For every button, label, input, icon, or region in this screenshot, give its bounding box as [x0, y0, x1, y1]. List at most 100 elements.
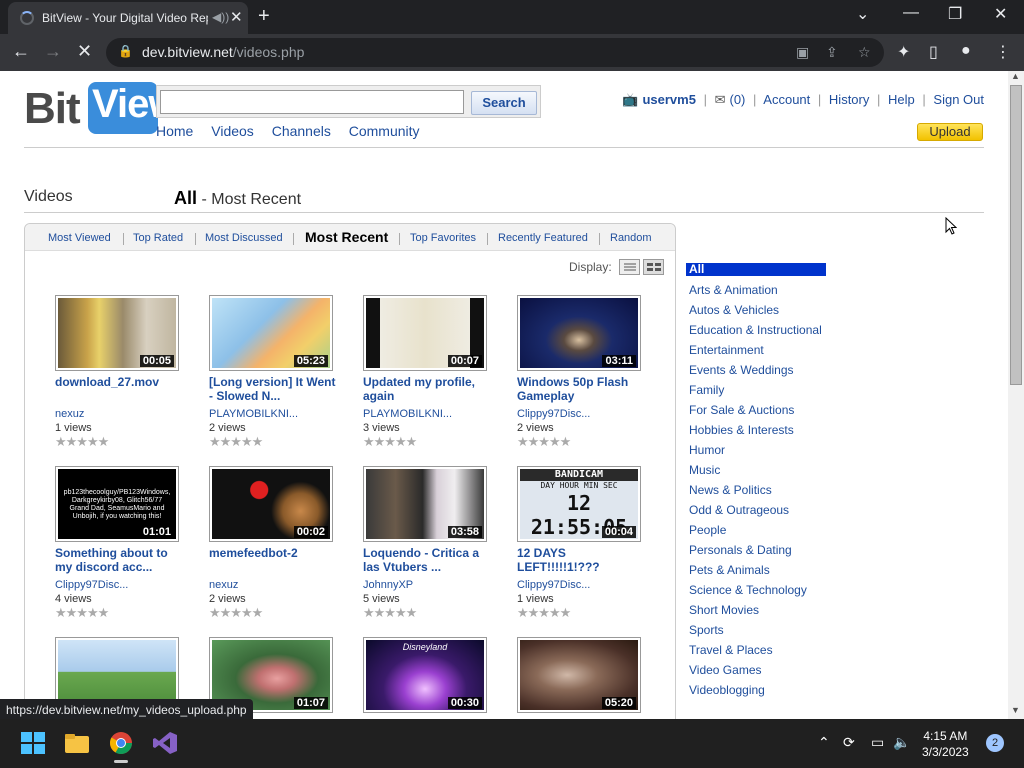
video-title[interactable]: Windows 50p Flash Gameplay: [517, 375, 647, 403]
video-thumbnail[interactable]: 03:58: [363, 466, 487, 542]
video-thumbnail[interactable]: 05:23: [209, 295, 333, 371]
nav-community[interactable]: Community: [349, 123, 420, 139]
profile-avatar-icon[interactable]: ●: [961, 42, 971, 60]
account-link[interactable]: Account: [763, 92, 810, 107]
upload-button[interactable]: Upload: [917, 123, 983, 141]
window-close-icon[interactable]: ✕: [994, 4, 1007, 24]
back-arrow-icon[interactable]: ←: [12, 41, 30, 62]
video-author[interactable]: PLAYMOBILKNI...: [363, 408, 487, 420]
restore-icon[interactable]: ❐: [948, 4, 962, 24]
tab-most-recent[interactable]: Most Recent: [305, 229, 388, 245]
nav-channels[interactable]: Channels: [272, 123, 331, 139]
notification-badge[interactable]: 2: [986, 734, 1004, 752]
video-title[interactable]: Updated my profile, again: [363, 375, 493, 403]
history-link[interactable]: History: [829, 92, 869, 107]
video-thumbnail[interactable]: pb123thecoolguy/PB123Windows, Darkgreyki…: [55, 466, 179, 542]
help-link[interactable]: Help: [888, 92, 915, 107]
file-explorer-icon[interactable]: [64, 731, 90, 755]
forward-arrow-icon[interactable]: →: [44, 41, 62, 62]
network-icon[interactable]: ▭: [871, 734, 884, 751]
taskbar-clock[interactable]: 4:15 AM 3/3/2023: [922, 728, 969, 760]
nav-videos[interactable]: Videos: [211, 123, 254, 139]
update-icon[interactable]: ⟳: [843, 734, 855, 751]
category-item[interactable]: Humor: [689, 443, 725, 457]
video-thumbnail[interactable]: 00:05: [55, 295, 179, 371]
page-scrollbar[interactable]: ▲ ▼: [1008, 71, 1024, 719]
category-item[interactable]: Videoblogging: [689, 683, 765, 697]
category-item[interactable]: Sports: [689, 623, 724, 637]
video-title[interactable]: Loquendo - Critica a las Vtubers ...: [363, 546, 493, 574]
scroll-up-icon[interactable]: ▲: [1011, 71, 1020, 81]
category-all[interactable]: All: [686, 263, 826, 276]
video-author[interactable]: nexuz: [55, 408, 179, 420]
video-thumbnail[interactable]: 03:11: [517, 295, 641, 371]
extensions-puzzle-icon[interactable]: ✦: [897, 42, 910, 62]
search-button[interactable]: Search: [471, 91, 537, 115]
tab-most-discussed[interactable]: Most Discussed: [205, 232, 283, 244]
video-title[interactable]: memefeedbot-2: [209, 546, 339, 574]
browser-menu-icon[interactable]: ⋮: [995, 42, 1011, 62]
address-bar[interactable]: 🔒 dev.bitview.net/videos.php ▣ ⇪ ☆: [106, 38, 884, 67]
category-item[interactable]: People: [689, 523, 726, 537]
windows-start-icon[interactable]: [20, 731, 46, 755]
chrome-icon[interactable]: [108, 731, 134, 763]
video-author[interactable]: PLAYMOBILKNI...: [209, 408, 333, 420]
visual-studio-icon[interactable]: [152, 731, 178, 755]
popup-blocked-icon[interactable]: ▣: [796, 44, 809, 61]
category-item[interactable]: Entertainment: [689, 343, 764, 357]
share-icon[interactable]: ⇪: [826, 44, 838, 61]
tab-top-rated[interactable]: Top Rated: [133, 232, 183, 244]
video-author[interactable]: JohnnyXP: [363, 579, 487, 591]
video-author[interactable]: Clippy97Disc...: [517, 408, 641, 420]
video-title[interactable]: Something about to my discord acc...: [55, 546, 185, 574]
category-item[interactable]: Odd & Outrageous: [689, 503, 789, 517]
category-item[interactable]: Arts & Animation: [689, 283, 778, 297]
category-item[interactable]: Pets & Animals: [689, 563, 770, 577]
category-item[interactable]: Music: [689, 463, 720, 477]
video-author[interactable]: Clippy97Disc...: [55, 579, 179, 591]
new-tab-icon[interactable]: +: [258, 5, 270, 28]
category-item[interactable]: Travel & Places: [689, 643, 773, 657]
signout-link[interactable]: Sign Out: [933, 92, 984, 107]
tab-search-chevron-icon[interactable]: ⌄: [856, 4, 869, 24]
category-item[interactable]: For Sale & Auctions: [689, 403, 794, 417]
scroll-down-icon[interactable]: ▼: [1011, 705, 1020, 715]
video-thumbnail[interactable]: 00:02: [209, 466, 333, 542]
category-item[interactable]: Family: [689, 383, 724, 397]
video-author[interactable]: nexuz: [209, 579, 333, 591]
category-item[interactable]: Hobbies & Interests: [689, 423, 794, 437]
side-panel-icon[interactable]: ▯: [929, 42, 938, 62]
category-item[interactable]: Education & Instructional: [689, 323, 822, 337]
list-view-icon[interactable]: [619, 259, 640, 275]
tab-random[interactable]: Random: [610, 232, 652, 244]
browser-tab[interactable]: BitView - Your Digital Video Repository …: [8, 2, 248, 34]
category-item[interactable]: Autos & Vehicles: [689, 303, 779, 317]
video-author[interactable]: Clippy97Disc...: [517, 579, 641, 591]
bookmark-star-icon[interactable]: ☆: [858, 44, 871, 61]
tab-audio-icon[interactable]: ◀)): [212, 10, 229, 24]
category-item[interactable]: Short Movies: [689, 603, 759, 617]
stop-loading-icon[interactable]: ✕: [77, 41, 92, 62]
tab-most-viewed[interactable]: Most Viewed: [48, 232, 111, 244]
category-item[interactable]: News & Politics: [689, 483, 772, 497]
lock-icon[interactable]: 🔒: [118, 44, 133, 58]
search-input[interactable]: [160, 90, 464, 114]
tab-recently-featured[interactable]: Recently Featured: [498, 232, 588, 244]
tab-close-icon[interactable]: ✕: [230, 8, 243, 26]
video-title[interactable]: 12 DAYS LEFT!!!!!1!???: [517, 546, 647, 574]
tab-top-favorites[interactable]: Top Favorites: [410, 232, 476, 244]
video-thumbnail[interactable]: BANDICAM DAY HOUR MIN SEC 12 21:55:05 00…: [517, 466, 641, 542]
video-title[interactable]: [Long version] It Went - Slowed N...: [209, 375, 339, 403]
grid-view-icon[interactable]: [643, 259, 664, 275]
video-title[interactable]: download_27.mov: [55, 375, 185, 403]
video-thumbnail[interactable]: 00:07: [363, 295, 487, 371]
video-thumbnail[interactable]: Disneyland 00:30: [363, 637, 487, 713]
volume-icon[interactable]: 🔈: [893, 734, 910, 751]
video-thumbnail[interactable]: 05:20: [517, 637, 641, 713]
category-item[interactable]: Events & Weddings: [689, 363, 794, 377]
tray-overflow-chevron-icon[interactable]: ⌃: [818, 734, 830, 751]
nav-home[interactable]: Home: [156, 123, 193, 139]
category-item[interactable]: Science & Technology: [689, 583, 807, 597]
category-item[interactable]: Personals & Dating: [689, 543, 792, 557]
category-item[interactable]: Video Games: [689, 663, 762, 677]
